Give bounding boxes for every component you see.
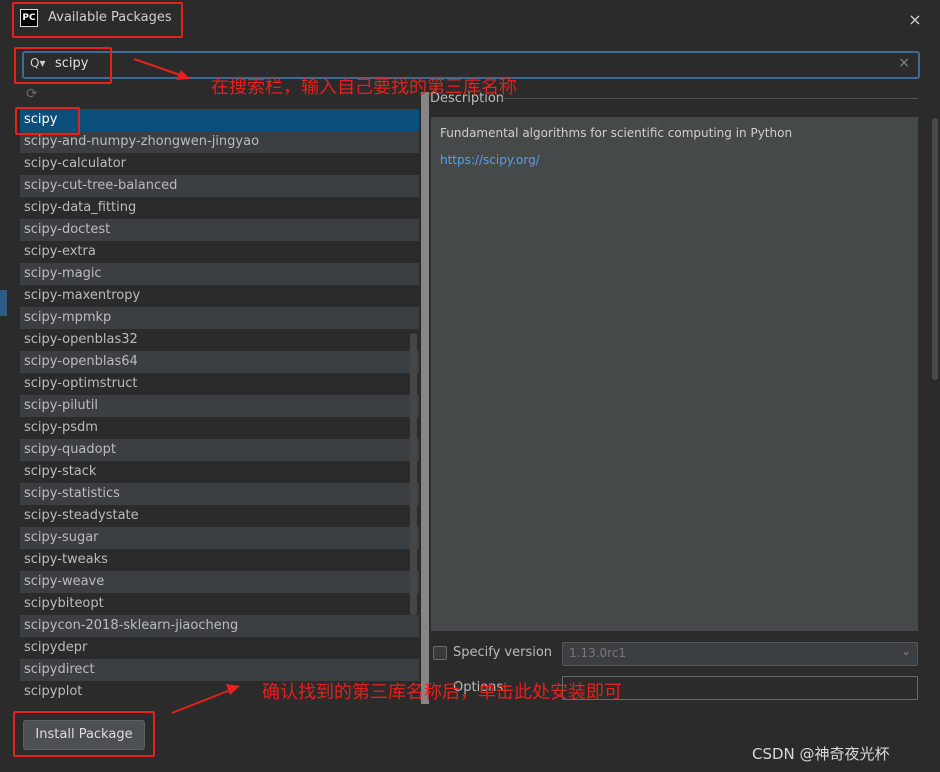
refresh-icon[interactable]: ⟳ (26, 86, 38, 102)
package-row[interactable]: scipy-quadopt (20, 439, 419, 461)
pycharm-logo-icon: PC (20, 9, 38, 27)
package-row[interactable]: scipy-tweaks (20, 549, 419, 571)
background-window-edge (0, 40, 10, 772)
package-row[interactable]: scipy-magic (20, 263, 419, 285)
package-row[interactable]: scipy-and-numpy-zhongwen-jingyao (20, 131, 419, 153)
package-row[interactable]: scipy (20, 109, 419, 131)
package-row[interactable]: scipy-statistics (20, 483, 419, 505)
package-row[interactable]: scipy-data_fitting (20, 197, 419, 219)
search-input[interactable]: scipy (55, 56, 88, 71)
background-selection-strip (0, 290, 7, 316)
homepage-link[interactable]: https://scipy.org/ (440, 153, 540, 167)
version-dropdown[interactable]: 1.13.0rc1 ⌄ (562, 642, 918, 666)
install-annotation: 确认找到的第三库名称后，单击此处安装即可 (262, 682, 622, 703)
package-row[interactable]: scipy-maxentropy (20, 285, 419, 307)
panel-splitter[interactable] (421, 92, 429, 704)
package-row[interactable]: scipy-cut-tree-balanced (20, 175, 419, 197)
package-row[interactable]: scipy-pilutil (20, 395, 419, 417)
package-row[interactable]: scipy-openblas64 (20, 351, 419, 373)
background-scrollbar (932, 118, 938, 380)
package-list-scrollbar[interactable] (410, 333, 417, 615)
specify-version-checkbox[interactable] (433, 646, 447, 660)
csdn-watermark: CSDN @神奇夜光杯 (752, 745, 890, 763)
dialog-title: Available Packages (48, 10, 172, 25)
version-value: 1.13.0rc1 (569, 646, 627, 660)
install-package-button[interactable]: Install Package (23, 720, 145, 750)
package-row[interactable]: scipy-extra (20, 241, 419, 263)
package-row[interactable]: scipy-doctest (20, 219, 419, 241)
clear-search-icon[interactable]: × (898, 55, 910, 71)
title-bar: PC Available Packages × (0, 0, 940, 40)
close-icon[interactable]: × (904, 10, 926, 30)
chevron-down-icon: ⌄ (900, 644, 911, 658)
package-row[interactable]: scipy-steadystate (20, 505, 419, 527)
description-panel: Fundamental algorithms for scientific co… (431, 117, 918, 631)
package-row[interactable]: scipy-mpmkp (20, 307, 419, 329)
package-row[interactable]: scipy-optimstruct (20, 373, 419, 395)
package-row[interactable]: scipy-openblas32 (20, 329, 419, 351)
package-row[interactable]: scipycon-2018-sklearn-jiaocheng (20, 615, 419, 637)
package-row[interactable]: scipybiteopt (20, 593, 419, 615)
description-text: Fundamental algorithms for scientific co… (440, 126, 793, 140)
package-row[interactable]: scipy-calculator (20, 153, 419, 175)
search-icon: Q▾ (30, 56, 46, 70)
package-row[interactable]: scipy-stack (20, 461, 419, 483)
package-row[interactable]: scipy-psdm (20, 417, 419, 439)
description-divider (502, 98, 918, 99)
specify-version-label: Specify version (453, 645, 553, 660)
package-row[interactable]: scipy-weave (20, 571, 419, 593)
search-annotation: 在搜索栏，输入自己要找的第三库名称 (211, 77, 517, 98)
package-row[interactable]: scipydepr (20, 637, 419, 659)
package-row[interactable]: scipy-sugar (20, 527, 419, 549)
package-list[interactable]: scipy scipy-and-numpy-zhongwen-jingyao sci… (20, 109, 419, 703)
